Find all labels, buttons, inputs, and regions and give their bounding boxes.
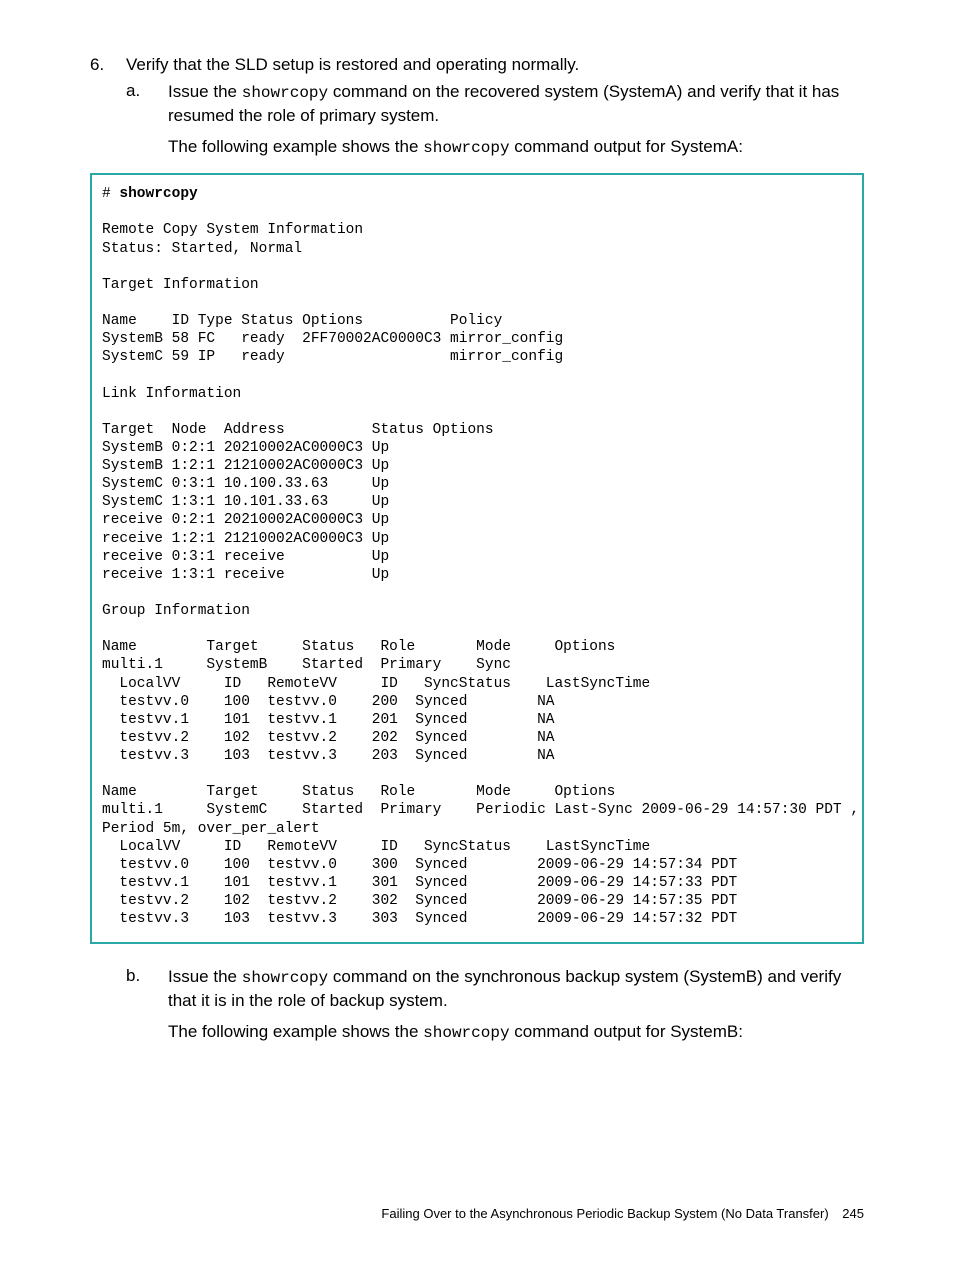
text: Issue the xyxy=(168,82,242,101)
text: The following example shows the xyxy=(168,137,423,156)
step-6a-p1: Issue the showrcopy command on the recov… xyxy=(168,81,864,128)
step-6b-p1: Issue the showrcopy command on the synch… xyxy=(168,966,864,1013)
text: Issue the xyxy=(168,967,242,986)
step-6b-marker: b. xyxy=(126,966,140,986)
code-inline: showrcopy xyxy=(242,969,328,987)
text: The following example shows the xyxy=(168,1022,423,1041)
step-6: 6. Verify that the SLD setup is restored… xyxy=(90,55,864,159)
text: command output for SystemA: xyxy=(510,137,743,156)
step-6a-marker: a. xyxy=(126,81,140,101)
text: command output for SystemB: xyxy=(510,1022,743,1041)
code-inline: showrcopy xyxy=(242,84,328,102)
code-inline: showrcopy xyxy=(423,139,509,157)
footer-title: Failing Over to the Asynchronous Periodi… xyxy=(381,1206,828,1221)
step-6b-p2: The following example shows the showrcop… xyxy=(168,1021,864,1045)
prompt: # xyxy=(102,186,119,202)
command: showrcopy xyxy=(119,186,197,202)
page-number: 245 xyxy=(842,1206,864,1221)
page-footer: Failing Over to the Asynchronous Periodi… xyxy=(381,1206,864,1221)
step-6a-p2: The following example shows the showrcop… xyxy=(168,136,864,160)
step-6b: b. Issue the showrcopy command on the sy… xyxy=(126,966,864,1044)
code-inline: showrcopy xyxy=(423,1024,509,1042)
code-body: Remote Copy System Information Status: S… xyxy=(102,222,859,927)
step-6-text: Verify that the SLD setup is restored an… xyxy=(126,55,579,74)
code-block-showrcopy-systemA: # showrcopy Remote Copy System Informati… xyxy=(90,173,864,944)
step-6a: a. Issue the showrcopy command on the re… xyxy=(126,81,864,159)
step-6-marker: 6. xyxy=(90,55,104,75)
